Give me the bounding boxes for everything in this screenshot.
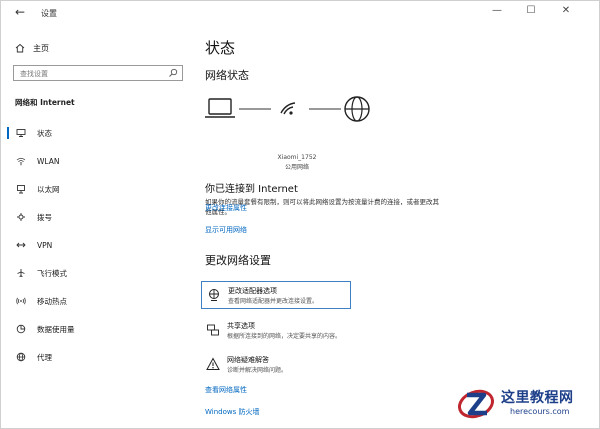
globe-icon	[15, 351, 27, 363]
search-icon	[169, 68, 178, 77]
wifi-icon	[15, 155, 27, 167]
home-icon	[15, 43, 25, 53]
watermark-name: 这里教程网	[501, 390, 574, 406]
title-bar: ← 设置 — ☐ ✕	[1, 1, 599, 27]
sidebar-item-label: 代理	[37, 352, 52, 362]
sidebar-item-label: 移动热点	[37, 296, 67, 306]
sidebar-item-hotspot[interactable]: 移动热点	[1, 291, 197, 311]
airplane-icon	[15, 267, 27, 279]
hotspot-icon	[15, 295, 27, 307]
view-network-properties-link[interactable]: 查看网络属性	[205, 385, 247, 395]
option-subtitle: 查看网络适配器并更改连接设置。	[228, 298, 319, 305]
close-button[interactable]: ✕	[556, 5, 576, 16]
sidebar-item-vpn[interactable]: VPN	[1, 235, 197, 255]
network-ssid: Xiaomi_1752	[277, 154, 317, 161]
home-link[interactable]: 主页	[15, 41, 49, 55]
sidebar-item-dialup[interactable]: 拨号	[1, 207, 197, 227]
option-title: 网络疑难解答	[227, 356, 269, 364]
troubleshooter-item[interactable]: 网络疑难解答 诊断并解决网络问题。	[201, 351, 351, 379]
internet-globe-icon	[344, 96, 370, 122]
maximize-button[interactable]: ☐	[521, 5, 541, 16]
sidebar-item-label: 拨号	[37, 212, 52, 222]
back-button[interactable]: ←	[15, 5, 25, 19]
watermark: 这里教程网 herecours.com	[456, 383, 600, 429]
option-title: 更改适配器选项	[228, 287, 277, 295]
sidebar-item-label: 状态	[37, 128, 52, 138]
network-status-heading: 网络状态	[205, 69, 249, 82]
option-title: 共享选项	[227, 322, 255, 330]
sidebar-item-ethernet[interactable]: 以太网	[1, 179, 197, 199]
sidebar-item-label: 数据使用量	[37, 324, 75, 334]
vpn-icon	[15, 239, 27, 251]
sidebar-item-proxy[interactable]: 代理	[1, 347, 197, 367]
ethernet-icon	[15, 183, 27, 195]
sidebar-item-label: VPN	[37, 240, 53, 250]
window-title: 设置	[41, 9, 57, 18]
sidebar: 主页 查找设置 网络和 Internet 状态 WLAN 以太网 拨号 VPN …	[1, 27, 197, 428]
sharing-icon	[207, 324, 219, 336]
option-subtitle: 根据所连接到的网络，决定要共享的内容。	[227, 333, 342, 340]
watermark-url: herecours.com	[510, 407, 570, 416]
sidebar-item-label: WLAN	[37, 156, 60, 166]
connected-heading: 你已连接到 Internet	[205, 184, 298, 195]
section-title: 网络和 Internet	[15, 98, 75, 107]
sidebar-item-label: 以太网	[37, 184, 60, 194]
sidebar-item-status[interactable]: 状态	[1, 123, 197, 143]
page-title: 状态	[205, 39, 236, 57]
adapter-icon	[209, 289, 219, 301]
minimize-button[interactable]: —	[487, 5, 507, 16]
sidebar-item-label: 飞行模式	[37, 268, 67, 278]
network-diagram	[205, 96, 370, 122]
sidebar-item-data-usage[interactable]: 数据使用量	[1, 319, 197, 339]
main-content: 状态 网络状态 Xiaomi_1752 公用网络 你已连接到 Internet …	[197, 27, 599, 428]
status-icon	[15, 127, 27, 139]
network-type: 公用网络	[284, 164, 309, 171]
windows-firewall-link[interactable]: Windows 防火墙	[205, 407, 259, 417]
change-settings-heading: 更改网络设置	[205, 254, 271, 267]
search-input[interactable]: 查找设置	[13, 65, 183, 81]
data-usage-icon	[15, 323, 27, 335]
change-connection-properties-link[interactable]: 更改连接属性	[205, 203, 247, 213]
search-placeholder: 查找设置	[20, 70, 48, 78]
home-label: 主页	[33, 43, 49, 53]
show-available-networks-link[interactable]: 显示可用网络	[205, 225, 247, 235]
option-subtitle: 诊断并解决网络问题。	[227, 367, 288, 374]
computer-icon	[205, 98, 235, 118]
wifi-signal-icon	[280, 102, 296, 115]
dialup-icon	[15, 211, 27, 223]
watermark-logo	[458, 389, 494, 419]
sidebar-item-wlan[interactable]: WLAN	[1, 151, 197, 171]
adapter-options-item[interactable]: 更改适配器选项 查看网络适配器并更改连接设置。	[201, 281, 351, 309]
warning-icon	[206, 357, 220, 370]
sharing-options-item[interactable]: 共享选项 根据所连接到的网络，决定要共享的内容。	[201, 317, 351, 345]
sidebar-item-airplane[interactable]: 飞行模式	[1, 263, 197, 283]
settings-window: ← 设置 — ☐ ✕ 主页 查找设置 网络和 Internet 状态 WLAN …	[0, 0, 600, 429]
